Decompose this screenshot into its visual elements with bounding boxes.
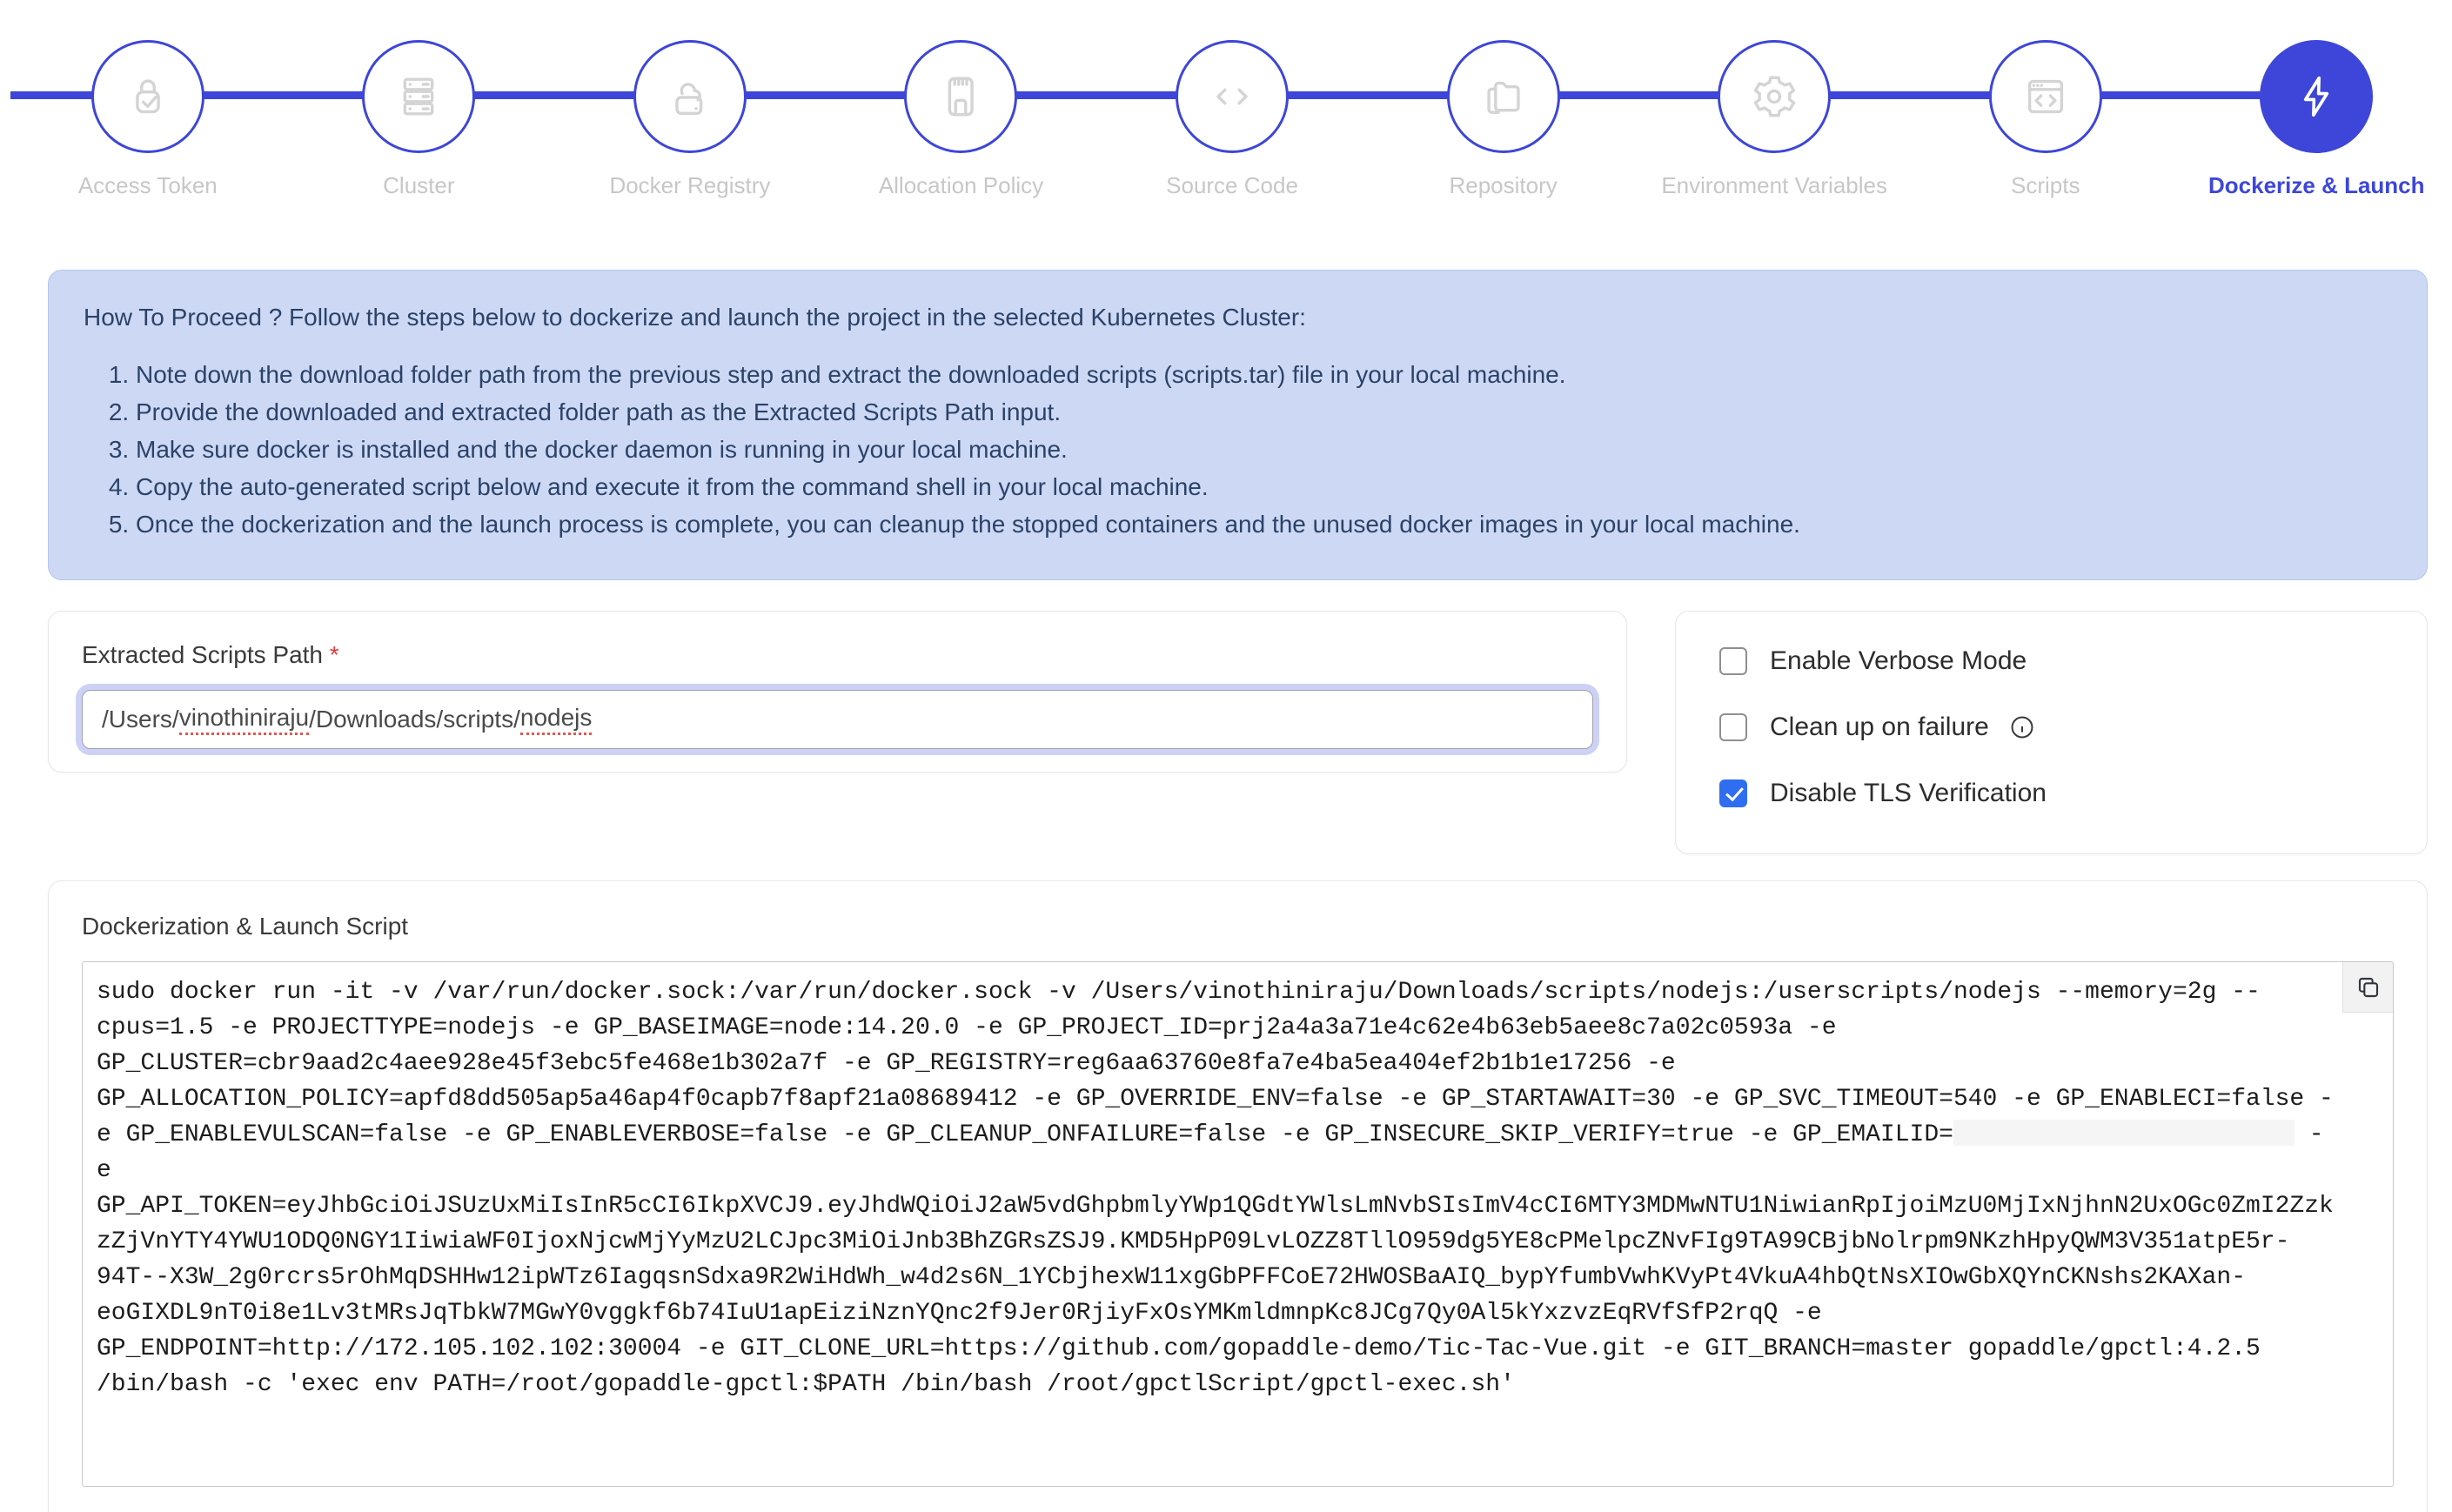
path-segment: /Downloads/scripts/ [309, 706, 520, 733]
stepper-step-cluster[interactable]: Cluster [284, 40, 555, 199]
checkbox-disable-tls-verification[interactable] [1719, 779, 1747, 807]
stepper-step-repository[interactable]: Repository [1368, 40, 1639, 199]
stepper-step-circle[interactable] [2260, 40, 2373, 153]
options-card: Enable Verbose Mode Clean up on failure … [1675, 611, 2428, 854]
info-step-item: Make sure docker is installed and the do… [136, 431, 2388, 468]
stepper-step-label: Source Code [1166, 172, 1298, 199]
info-icon[interactable] [2008, 713, 2036, 741]
email-redacted-block [1953, 1120, 2295, 1146]
copy-script-button[interactable] [2342, 962, 2393, 1013]
stepper-step-circle[interactable] [1176, 40, 1289, 153]
script-box: sudo docker run -it -v /var/run/docker.s… [82, 961, 2394, 1487]
gear-icon [1749, 71, 1799, 122]
memory-card-icon [935, 71, 986, 122]
dockerize-launch-page: Access Token Cluster Docker Registry All… [0, 0, 2452, 1512]
script-window-icon [2020, 71, 2071, 122]
code-brackets-icon [1207, 71, 1257, 122]
script-text: sudo docker run -it -v /var/run/docker.s… [97, 974, 2337, 1402]
stepper-step-circle[interactable] [904, 40, 1017, 153]
stepper-step-label: Cluster [383, 172, 454, 199]
lightning-icon [2291, 71, 2341, 122]
stepper-steps: Access Token Cluster Docker Registry All… [0, 40, 2452, 199]
stepper-step-access-token[interactable]: Access Token [12, 40, 284, 199]
registry-cloud-icon [665, 71, 715, 122]
stepper-step-circle[interactable] [1718, 40, 1831, 153]
script-card: Dockerization & Launch Script sudo docke… [48, 880, 2428, 1512]
info-heading: How To Proceed ? Follow the steps below … [84, 302, 2388, 333]
path-segment-misspelled: vinothiniraju [179, 704, 309, 735]
path-segment-misspelled: nodejs [520, 704, 593, 735]
stepper-step-circle[interactable] [362, 40, 475, 153]
stepper-step-circle[interactable] [633, 40, 747, 153]
form-row: Extracted Scripts Path * /Users/vinothin… [48, 611, 2428, 854]
stepper-step-label: Environment Variables [1661, 172, 1887, 199]
stepper-step-label: Allocation Policy [879, 172, 1043, 199]
option-row-clean-up-on-failure: Clean up on failure [1719, 713, 2383, 742]
stepper-step-circle[interactable] [1447, 40, 1560, 153]
script-title: Dockerization & Launch Script [82, 913, 2394, 940]
required-asterisk: * [330, 641, 339, 668]
stepper-step-circle[interactable] [1989, 40, 2102, 153]
stepper-step-source-code[interactable]: Source Code [1096, 40, 1368, 199]
option-row-enable-verbose-mode: Enable Verbose Mode [1719, 646, 2383, 676]
checkbox-label: Disable TLS Verification [1770, 779, 2047, 808]
info-steps-list: Note down the download folder path from … [84, 356, 2388, 543]
info-step-item: Once the dockerization and the launch pr… [136, 505, 2388, 543]
info-step-item: Provide the downloaded and extracted fol… [136, 393, 2388, 431]
copy-icon [2355, 973, 2382, 1001]
option-row-disable-tls-verification: Disable TLS Verification [1719, 779, 2383, 808]
checkbox-label: Clean up on failure [1770, 713, 1989, 742]
stepper-step-label: Docker Registry [609, 172, 770, 199]
lock-check-icon [123, 71, 173, 122]
info-step-item: Note down the download folder path from … [136, 356, 2388, 393]
info-step-item: Copy the auto-generated script below and… [136, 468, 2388, 505]
stepper-step-label: Dockerize & Launch [2208, 172, 2425, 199]
options-list: Enable Verbose Mode Clean up on failure … [1719, 646, 2383, 808]
stepper-step-environment-variables[interactable]: Environment Variables [1638, 40, 1910, 199]
stepper-step-allocation-policy[interactable]: Allocation Policy [826, 40, 1097, 199]
folder-icon [1478, 71, 1529, 122]
server-stack-icon [393, 71, 444, 122]
field-label-text: Extracted Scripts Path [82, 641, 323, 668]
extracted-scripts-path-card: Extracted Scripts Path * /Users/vinothin… [48, 611, 1627, 773]
extracted-scripts-path-input[interactable]: /Users/vinothiniraju/Downloads/scripts/n… [82, 690, 1593, 749]
stepper-step-label: Scripts [2011, 172, 2080, 199]
how-to-proceed-info-box: How To Proceed ? Follow the steps below … [48, 270, 2428, 580]
stepper-step-label: Repository [1449, 172, 1557, 199]
checkbox-label: Enable Verbose Mode [1770, 646, 2027, 676]
extracted-scripts-path-label: Extracted Scripts Path * [82, 641, 1593, 669]
wizard-stepper: Access Token Cluster Docker Registry All… [0, 0, 2452, 240]
path-segment: /Users/ [102, 706, 179, 733]
stepper-step-scripts[interactable]: Scripts [1910, 40, 2181, 199]
script-after-email: -e GP_API_TOKEN=eyJhbGciOiJSUzUxMiIsInR5… [97, 1121, 2334, 1398]
checkbox-enable-verbose-mode[interactable] [1719, 647, 1747, 675]
stepper-step-label: Access Token [78, 172, 218, 199]
checkbox-clean-up-on-failure[interactable] [1719, 713, 1747, 741]
stepper-step-dockerize-launch[interactable]: Dockerize & Launch [2181, 40, 2452, 199]
stepper-step-docker-registry[interactable]: Docker Registry [554, 40, 826, 199]
stepper-step-circle[interactable] [91, 40, 204, 153]
